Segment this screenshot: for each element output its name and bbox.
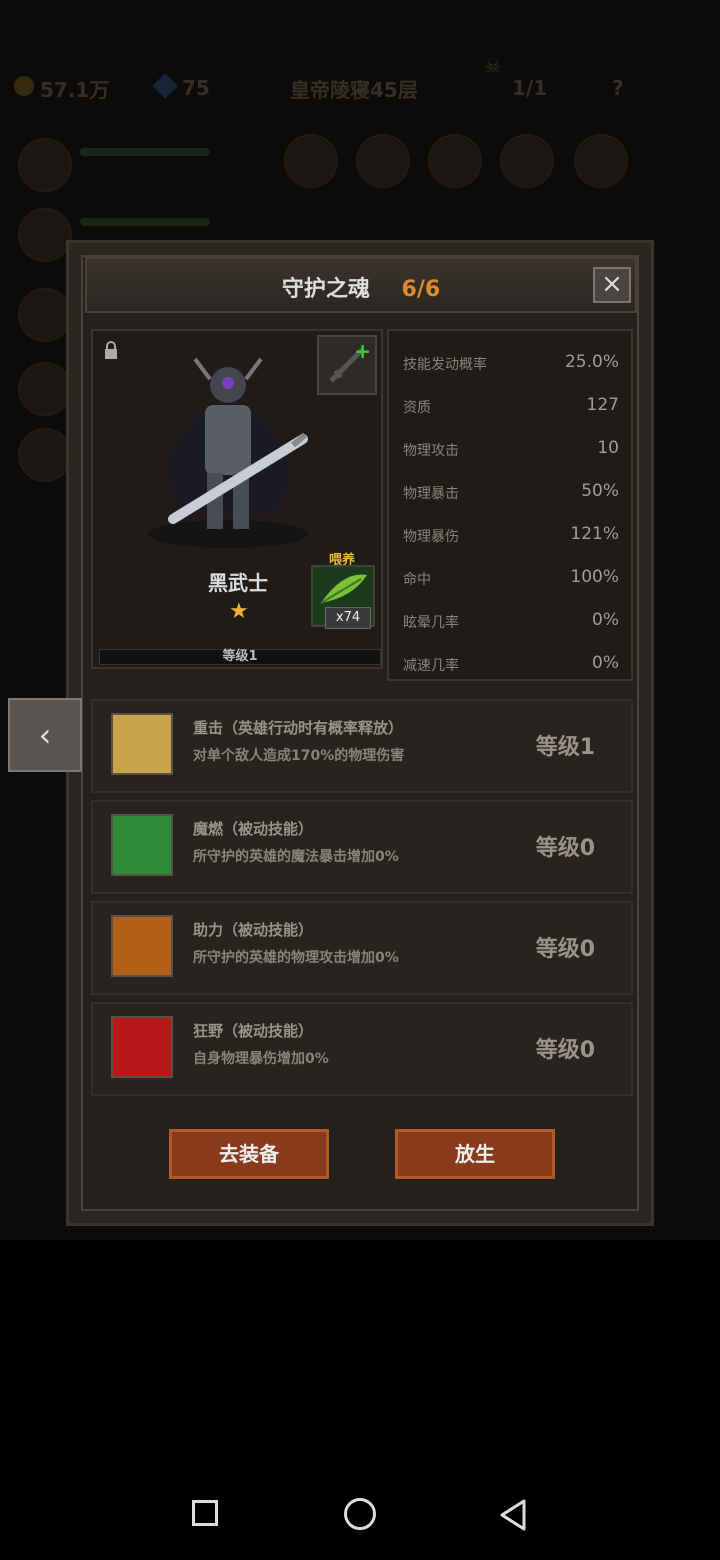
stat-row: 命中 100% <box>403 560 619 596</box>
stat-value: 127 <box>586 395 619 415</box>
skill-level: 等级0 <box>535 1038 595 1063</box>
hero-panel: + 黑武士 ★ 喂养 x74 等级1 <box>91 329 383 669</box>
soul-count: 6/6 <box>401 277 441 302</box>
stat-row: 物理暴击 50% <box>403 474 619 510</box>
stat-name: 物理暴击 <box>403 486 459 502</box>
feed-item-count: x74 <box>325 607 371 629</box>
skill-row[interactable]: 魔燃（被动技能） 所守护的英雄的魔法暴击增加0% 等级0 <box>91 800 633 894</box>
stat-name: 资质 <box>403 400 431 416</box>
stat-row: 技能发动概率 25.0% <box>403 345 619 381</box>
skill-level: 等级0 <box>535 937 595 962</box>
skill-description: 所守护的英雄的物理攻击增加0% <box>193 950 399 966</box>
skill-level: 等级1 <box>535 735 595 760</box>
stat-value: 121% <box>570 524 619 544</box>
lock-icon[interactable] <box>103 341 119 359</box>
back-arrow-button[interactable]: ‹ <box>8 698 82 772</box>
leaf-icon <box>320 574 367 604</box>
dialog-title: 守护之魂 6/6 <box>87 271 635 303</box>
gold-amount: 57.1万 <box>40 77 110 102</box>
help-icon: ? <box>612 76 624 100</box>
dialog-title-bar: 守护之魂 6/6 <box>85 257 637 313</box>
skill-row[interactable]: 重击（英雄行动时有概率释放） 对单个敌人造成170%的物理伤害 等级1 <box>91 699 633 793</box>
dialog-title-text: 守护之魂 <box>281 277 370 302</box>
stage-label: 皇帝陵寝45层 <box>290 77 418 102</box>
gem-amount: 75 <box>182 76 210 100</box>
skill-description: 对单个敌人造成170%的物理伤害 <box>193 748 405 764</box>
skill-row[interactable]: 助力（被动技能） 所守护的英雄的物理攻击增加0% 等级0 <box>91 901 633 995</box>
home-button[interactable] <box>344 1498 376 1530</box>
stat-row: 物理攻击 10 <box>403 431 619 467</box>
hero-level-bar: 等级1 <box>99 649 381 665</box>
boss-count: 1/1 <box>512 76 548 100</box>
stat-row: 物理暴伤 121% <box>403 517 619 553</box>
skull-icon: ☠ <box>484 54 502 78</box>
stat-name: 物理攻击 <box>403 443 459 459</box>
close-button[interactable]: × <box>593 267 631 303</box>
stat-value: 0% <box>592 653 619 673</box>
back-triangle-icon[interactable] <box>498 1498 528 1532</box>
guardian-soul-dialog: 守护之魂 6/6 × + 黑武士 ★ 喂养 x74 等级1 技能发动概率 25.… <box>66 240 654 1226</box>
stat-value: 10 <box>597 438 619 458</box>
stat-name: 物理暴伤 <box>403 529 459 545</box>
stat-value: 0% <box>592 610 619 630</box>
skill-row[interactable]: 狂野（被动技能） 自身物理暴伤增加0% 等级0 <box>91 1002 633 1096</box>
skill-icon[interactable] <box>111 915 173 977</box>
add-plus-icon[interactable]: + <box>354 339 371 363</box>
skill-icon[interactable] <box>111 814 173 876</box>
gold-icon <box>14 75 34 101</box>
stat-value: 25.0% <box>564 352 619 372</box>
system-nav-bar <box>0 1470 720 1560</box>
stat-value: 100% <box>570 567 619 587</box>
equip-button[interactable]: 去装备 <box>169 1129 329 1179</box>
skill-icon[interactable] <box>111 1016 173 1078</box>
skill-title: 狂野（被动技能） <box>193 1022 314 1040</box>
stat-row: 资质 127 <box>403 388 619 424</box>
stat-row: 减速几率 0% <box>403 646 619 682</box>
skill-description: 所守护的英雄的魔法暴击增加0% <box>193 849 399 865</box>
top-hud: 57.1万 75 皇帝陵寝45层 ☠ 1/1 ? <box>0 54 720 110</box>
black-warrior-figure-icon <box>148 357 308 548</box>
stat-value: 50% <box>581 481 619 501</box>
weapon-slot[interactable]: + <box>317 335 377 395</box>
skill-description: 自身物理暴伤增加0% <box>193 1051 329 1067</box>
stat-name: 眩晕几率 <box>403 615 459 631</box>
gem-icon <box>152 73 178 100</box>
release-button[interactable]: 放生 <box>395 1129 555 1179</box>
stat-name: 技能发动概率 <box>403 357 487 373</box>
skill-title: 重击（英雄行动时有概率释放） <box>193 719 404 737</box>
recents-button[interactable] <box>192 1500 218 1526</box>
skill-title: 魔燃（被动技能） <box>193 820 314 838</box>
skill-level: 等级0 <box>535 836 595 861</box>
stats-panel: 技能发动概率 25.0% 资质 127 物理攻击 10 物理暴击 50% 物理暴伤 121% 命中 1… <box>387 329 633 681</box>
skill-icon[interactable] <box>111 713 173 775</box>
star-icon: ★ <box>229 599 249 624</box>
stat-name: 命中 <box>403 572 431 588</box>
stat-name: 减速几率 <box>403 658 459 674</box>
stat-row: 眩晕几率 0% <box>403 603 619 639</box>
skill-title: 助力（被动技能） <box>193 921 314 939</box>
